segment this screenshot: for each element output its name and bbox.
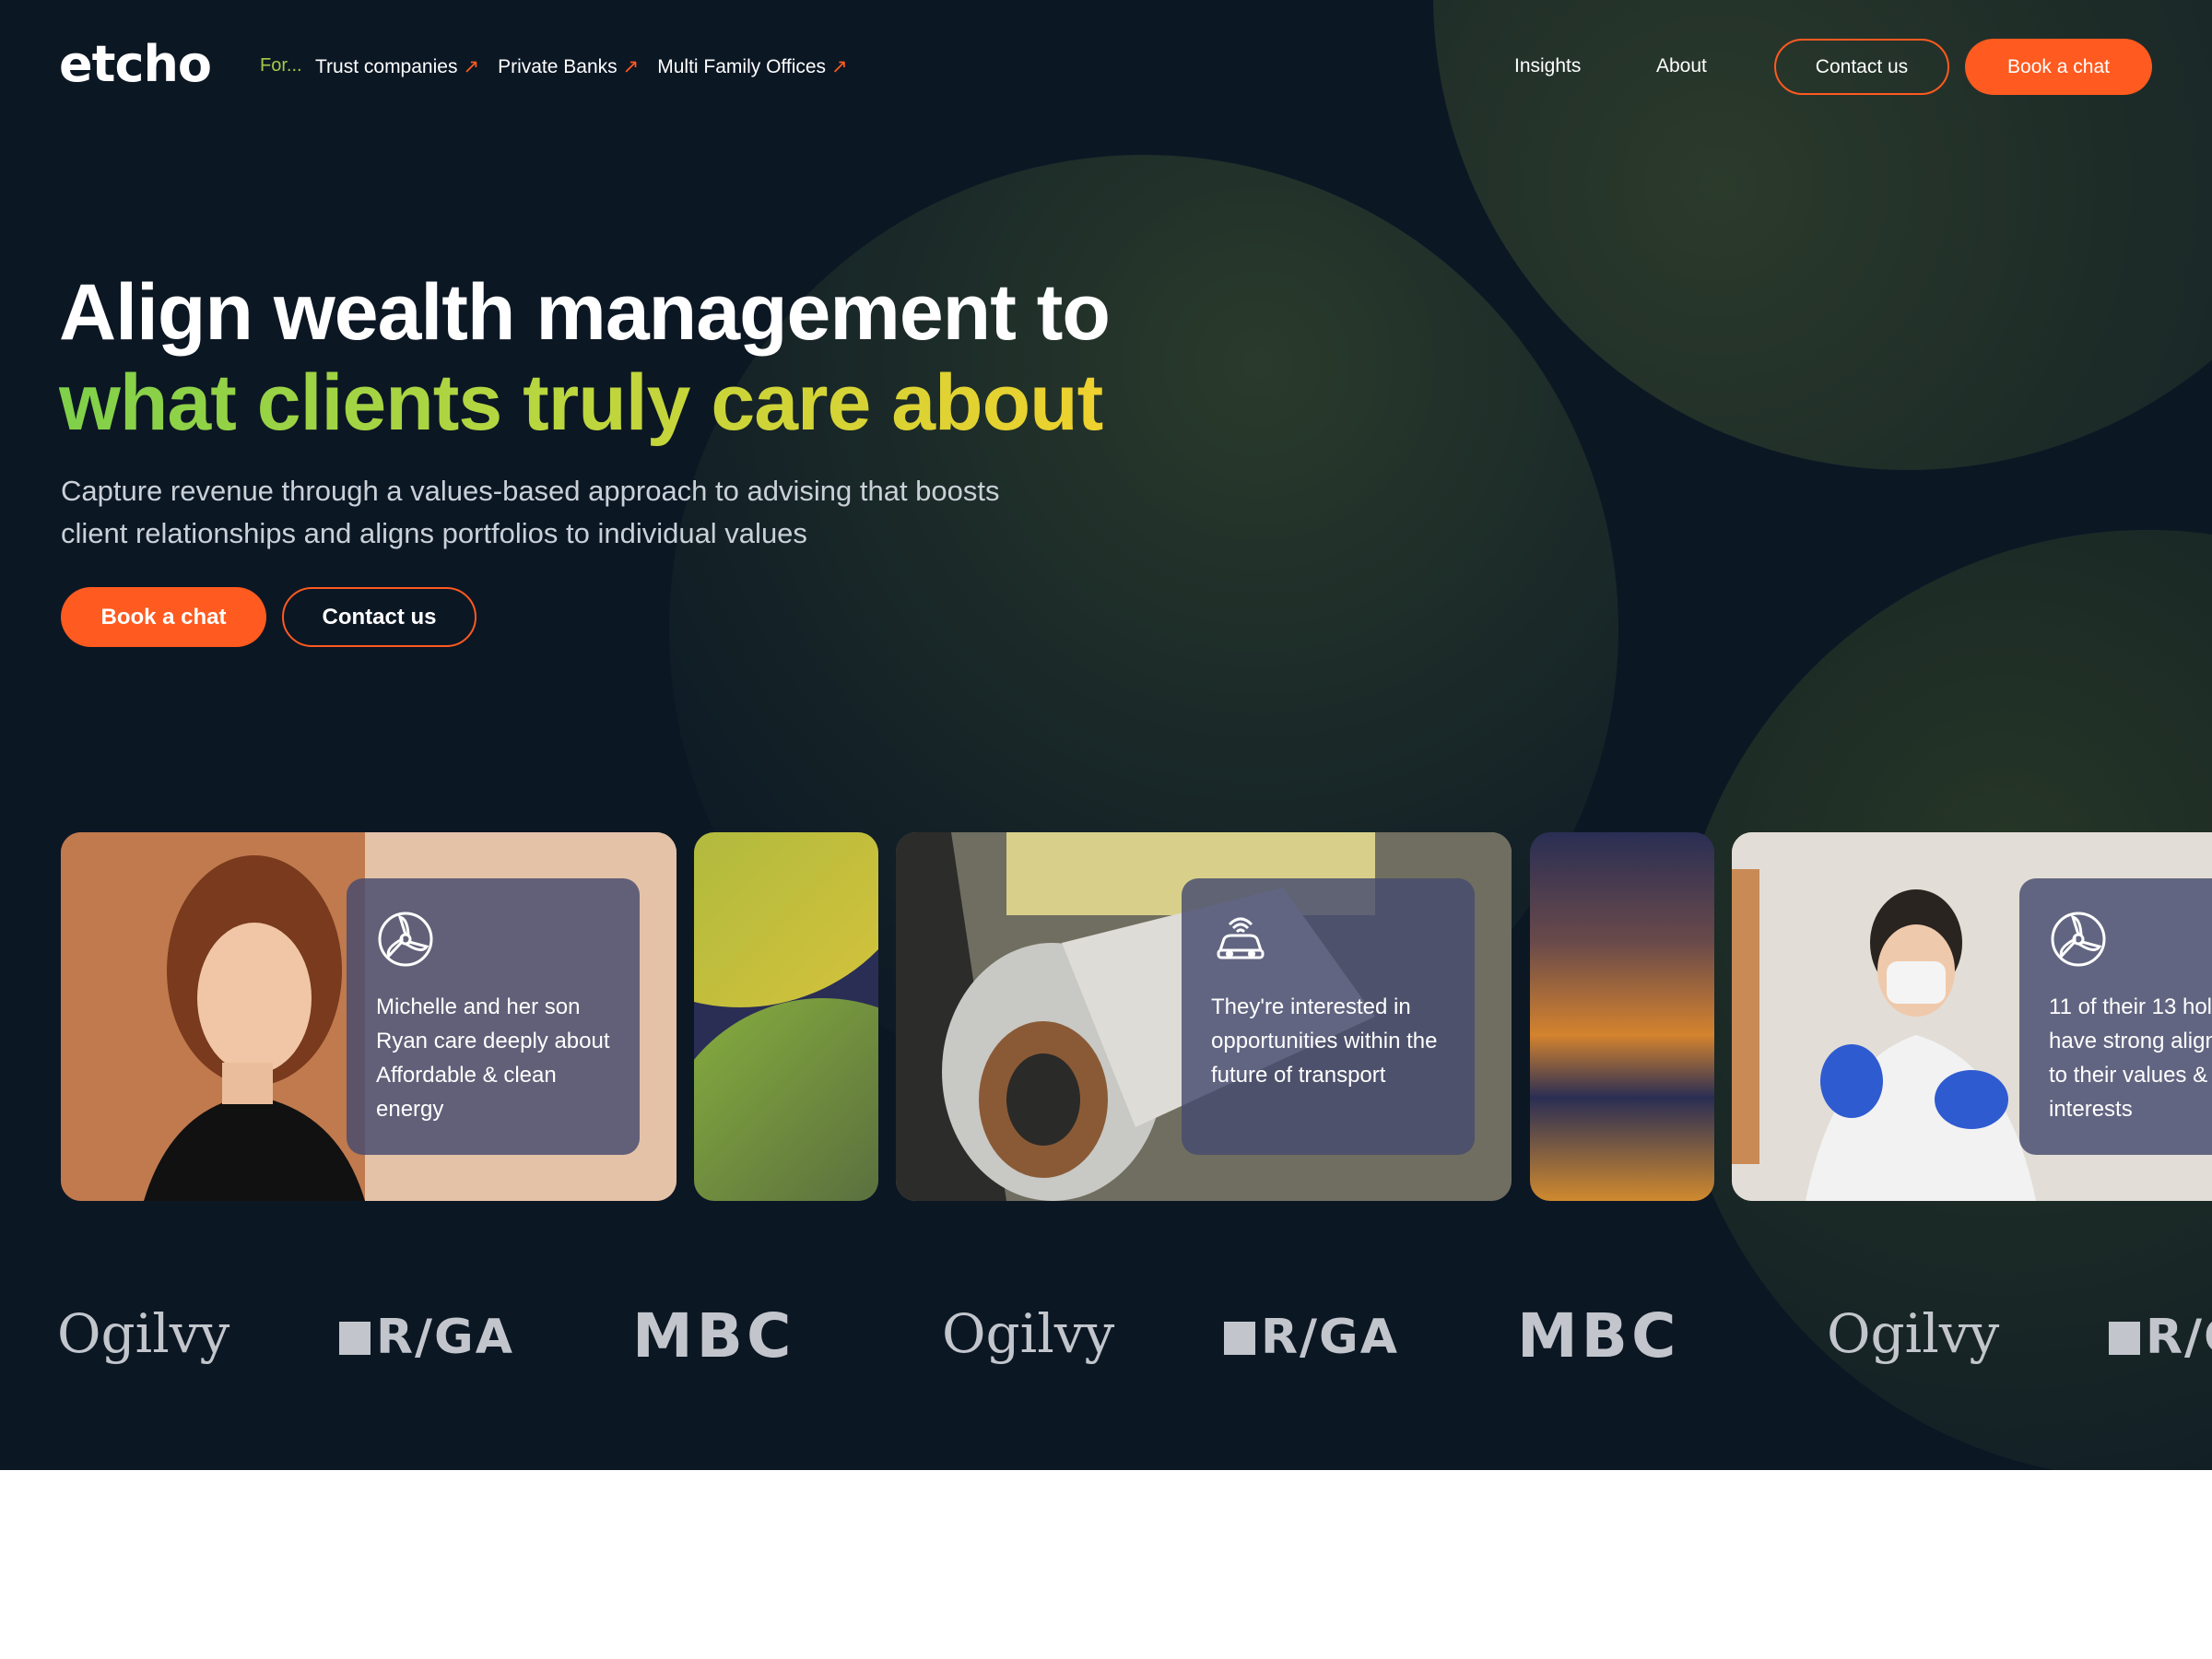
mbc-logo: MBC xyxy=(632,1300,795,1371)
nav-link-about[interactable]: About xyxy=(1656,55,1707,77)
hero-subtitle: Capture revenue through a values-based a… xyxy=(61,475,1000,549)
decorative-card xyxy=(1530,832,1714,1201)
rga-square-icon xyxy=(1224,1322,1255,1355)
etcho-logo[interactable]: etcho xyxy=(59,35,212,93)
story-card-holdings: 11 of their 13 holdings have strong alig… xyxy=(1732,832,2212,1201)
title-line-2: what clients truly care about xyxy=(59,358,1110,448)
decorative-shape xyxy=(694,998,878,1201)
story-text: 11 of their 13 holdings have strong alig… xyxy=(2049,994,2212,1122)
story-overlay: Michelle and her son Ryan care deeply ab… xyxy=(347,878,640,1155)
nav-book-chat-button[interactable]: Book a chat xyxy=(1965,39,2152,95)
ogilvy-logo: Ogilvy xyxy=(942,1302,1115,1365)
story-overlay: 11 of their 13 holdings have strong alig… xyxy=(2019,878,2212,1155)
story-text: They're interested in opportunities with… xyxy=(1211,994,1438,1088)
story-overlay: They're interested in opportunities with… xyxy=(1182,878,1475,1155)
contact-button[interactable]: Contact us xyxy=(282,587,477,647)
decorative-card xyxy=(694,832,878,1201)
ogilvy-logo: Ogilvy xyxy=(57,1302,230,1365)
title-line-1: Align wealth management to xyxy=(59,268,1111,357)
rga-square-icon xyxy=(2109,1322,2140,1355)
decorative-shape xyxy=(694,832,878,1007)
wind-turbine-icon xyxy=(2051,912,2106,967)
audience-links: Trust companies ↗ Private Banks ↗ Multi Fa… xyxy=(315,55,848,78)
nav-link-multi-family-offices[interactable]: Multi Family Offices ↗ xyxy=(657,55,847,78)
lower-section xyxy=(0,1470,2212,1659)
book-chat-button[interactable]: Book a chat xyxy=(61,587,266,647)
story-card-energy: Michelle and her son Ryan care deeply ab… xyxy=(61,832,677,1201)
story-text: Michelle and her son Ryan care deeply ab… xyxy=(376,994,610,1122)
rga-square-icon xyxy=(339,1322,371,1355)
logo-text: etcho xyxy=(59,35,212,93)
rga-logo: R/GA xyxy=(1224,1310,1399,1365)
nav-link-trust-companies[interactable]: Trust companies ↗ xyxy=(315,55,479,78)
page-title: Align wealth management to what clients … xyxy=(59,267,1111,448)
ogilvy-logo: Ogilvy xyxy=(1827,1302,2000,1365)
hero-section: etcho For... Trust companies ↗ Private Ba… xyxy=(0,0,2212,1470)
nav-link-private-banks[interactable]: Private Banks ↗ xyxy=(498,55,639,78)
autonomous-car-icon xyxy=(1217,917,1265,959)
wind-turbine-icon xyxy=(378,912,433,967)
story-card-transport: They're interested in opportunities with… xyxy=(896,832,1512,1201)
for-label: For... xyxy=(260,55,302,76)
arrow-up-right-icon: ↗ xyxy=(622,56,640,77)
arrow-up-right-icon: ↗ xyxy=(463,56,480,77)
top-navigation: etcho For... Trust companies ↗ Private Ba… xyxy=(0,0,2212,134)
arrow-up-right-icon: ↗ xyxy=(831,56,848,77)
rga-logo: R/GA xyxy=(339,1310,514,1365)
rga-logo: R/GA xyxy=(2109,1310,2212,1365)
nav-contact-button[interactable]: Contact us xyxy=(1774,39,1949,95)
mbc-logo: MBC xyxy=(1517,1300,1680,1371)
client-logos: Ogilvy R/GA MBC Ogilvy R/GA MBC Ogilvy R… xyxy=(0,1286,2212,1396)
nav-link-insights[interactable]: Insights xyxy=(1514,55,1581,77)
